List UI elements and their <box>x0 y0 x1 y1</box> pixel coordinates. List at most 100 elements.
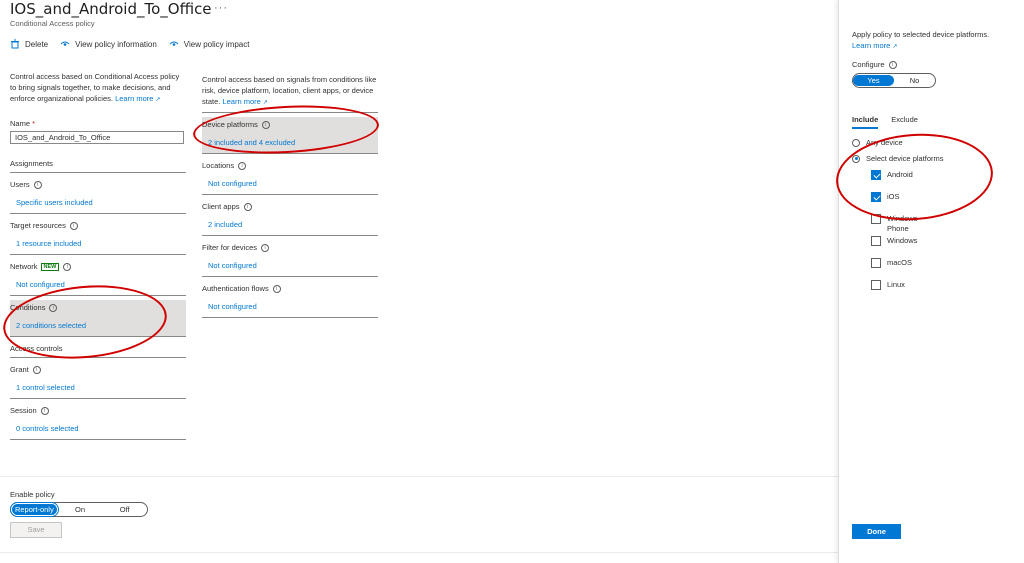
grant-label: Grant <box>10 365 29 374</box>
no-option[interactable]: No <box>894 75 935 86</box>
checkbox-icon[interactable] <box>871 214 881 225</box>
client-apps-label: Client apps <box>202 202 240 211</box>
authentication-flows-value[interactable]: Not configured <box>202 302 378 311</box>
info-icon: i <box>272 285 281 294</box>
eye-icon <box>60 41 70 46</box>
report-only-option[interactable]: Report-only <box>10 502 59 517</box>
platform-checkbox-row[interactable]: macOS <box>852 258 1012 280</box>
users-label: Users <box>10 180 30 189</box>
required-marker: * <box>32 119 36 128</box>
client-apps-value[interactable]: 2 included <box>202 220 378 229</box>
radio-selected-icon <box>852 154 860 163</box>
checkbox-checked-icon[interactable] <box>871 192 881 203</box>
target-resources-value[interactable]: 1 resource included <box>10 239 186 248</box>
toolbar: Delete View policy information View poli… <box>10 39 249 49</box>
locations-label: Locations <box>202 161 235 170</box>
view-policy-impact-button[interactable]: View policy impact <box>169 39 250 49</box>
conditions-value[interactable]: 2 conditions selected <box>10 321 186 330</box>
view-policy-information-button[interactable]: View policy information <box>60 39 157 49</box>
name-label: Name <box>10 119 31 128</box>
done-button[interactable]: Done <box>852 524 901 539</box>
learn-more-link[interactable]: Learn more <box>852 41 890 50</box>
enable-policy-section: Enable policy Report-only On Off Save <box>10 490 148 538</box>
target-resources-section[interactable]: Target resources i 1 resource included <box>10 218 186 255</box>
enable-policy-toggle[interactable]: Report-only On Off <box>10 502 148 517</box>
conditions-section[interactable]: Conditions i 2 conditions selected <box>10 300 186 337</box>
checkbox-icon[interactable] <box>871 236 881 247</box>
session-label: Session <box>10 406 37 415</box>
info-icon: i <box>49 304 58 313</box>
platform-checkbox-row[interactable]: Windows <box>852 236 1012 258</box>
target-resources-label: Target resources <box>10 221 66 230</box>
checkbox-checked-icon[interactable] <box>871 170 881 181</box>
platform-label: iOS <box>887 192 900 202</box>
platform-list: Android iOS Windows Phone Windows macOS Linux <box>852 170 1012 302</box>
select-device-platforms-label: Select device platforms <box>866 154 944 164</box>
filter-for-devices-section[interactable]: Filter for devices i Not configured <box>202 240 378 277</box>
conditions-column: Control access based on signals from con… <box>202 71 378 318</box>
platform-checkbox-row[interactable]: Linux <box>852 280 1012 302</box>
trash-icon <box>11 39 19 49</box>
name-input[interactable]: IOS_and_Android_To_Office <box>10 131 184 144</box>
info-icon: i <box>888 61 897 70</box>
yes-option[interactable]: Yes <box>853 75 894 87</box>
checkbox-icon[interactable] <box>871 258 881 269</box>
name-field-label: Name * <box>10 119 186 128</box>
configure-toggle[interactable]: Yes No <box>852 73 936 89</box>
info-icon: i <box>63 263 72 272</box>
configure-label: Configure <box>852 60 885 69</box>
eye-icon <box>169 41 179 46</box>
policy-description: Control access based on Conditional Acce… <box>10 71 186 106</box>
grant-value[interactable]: 1 control selected <box>10 383 186 392</box>
tab-exclude[interactable]: Exclude <box>891 115 918 129</box>
info-icon: i <box>32 366 41 375</box>
tab-include[interactable]: Include <box>852 115 879 130</box>
authentication-flows-label: Authentication flows <box>202 284 269 293</box>
locations-value[interactable]: Not configured <box>202 179 378 188</box>
view-policy-impact-label: View policy impact <box>183 39 250 49</box>
any-device-radio[interactable]: Any device <box>852 138 1012 147</box>
filter-for-devices-value[interactable]: Not configured <box>202 261 378 270</box>
client-apps-section[interactable]: Client apps i 2 included <box>202 199 378 236</box>
network-section[interactable]: Network NEW i Not configured <box>10 259 186 296</box>
device-platforms-value[interactable]: 2 included and 4 excluded <box>202 138 378 147</box>
info-icon: i <box>238 162 247 171</box>
users-section[interactable]: Users i Specific users included <box>10 177 186 214</box>
select-device-platforms-radio[interactable]: Select device platforms <box>852 154 1012 163</box>
info-icon: i <box>33 181 42 190</box>
delete-label: Delete <box>25 39 49 49</box>
device-platforms-section[interactable]: Device platforms i 2 included and 4 exclu… <box>202 117 378 154</box>
device-platforms-panel: Apply policy to selected device platform… <box>838 0 1024 563</box>
more-options-button[interactable]: ··· <box>214 2 228 14</box>
on-option[interactable]: On <box>58 505 103 514</box>
any-device-label: Any device <box>866 138 903 148</box>
platform-checkbox-row[interactable]: Windows Phone <box>852 214 1012 236</box>
delete-button[interactable]: Delete <box>10 39 48 49</box>
authentication-flows-section[interactable]: Authentication flows i Not configured <box>202 281 378 318</box>
info-icon: i <box>261 121 270 130</box>
footer-divider <box>0 476 838 477</box>
external-link-icon: ↗ <box>155 97 161 103</box>
page-title: IOS_and_Android_To_Office <box>10 0 212 18</box>
bottom-divider <box>0 552 838 553</box>
external-link-icon: ↗ <box>262 100 268 106</box>
session-section[interactable]: Session i 0 controls selected <box>10 403 186 440</box>
info-icon: i <box>261 244 270 253</box>
off-option[interactable]: Off <box>102 505 147 514</box>
session-value[interactable]: 0 controls selected <box>10 424 186 433</box>
locations-section[interactable]: Locations i Not configured <box>202 158 378 195</box>
configure-row: Configure i <box>852 60 1012 70</box>
platform-checkbox-row[interactable]: iOS <box>852 192 1012 214</box>
save-button[interactable]: Save <box>10 522 62 538</box>
platform-checkbox-row[interactable]: Android <box>852 170 1012 192</box>
learn-more-link[interactable]: Learn more <box>222 97 260 106</box>
network-value[interactable]: Not configured <box>10 280 186 289</box>
assignments-heading: Assignments <box>10 156 186 173</box>
new-badge: NEW <box>40 263 60 272</box>
info-icon: i <box>69 222 78 231</box>
conditions-description: Control access based on signals from con… <box>202 71 378 113</box>
grant-section[interactable]: Grant i 1 control selected <box>10 362 186 399</box>
learn-more-link[interactable]: Learn more <box>115 94 153 103</box>
users-value[interactable]: Specific users included <box>10 198 186 207</box>
checkbox-icon[interactable] <box>871 280 881 291</box>
